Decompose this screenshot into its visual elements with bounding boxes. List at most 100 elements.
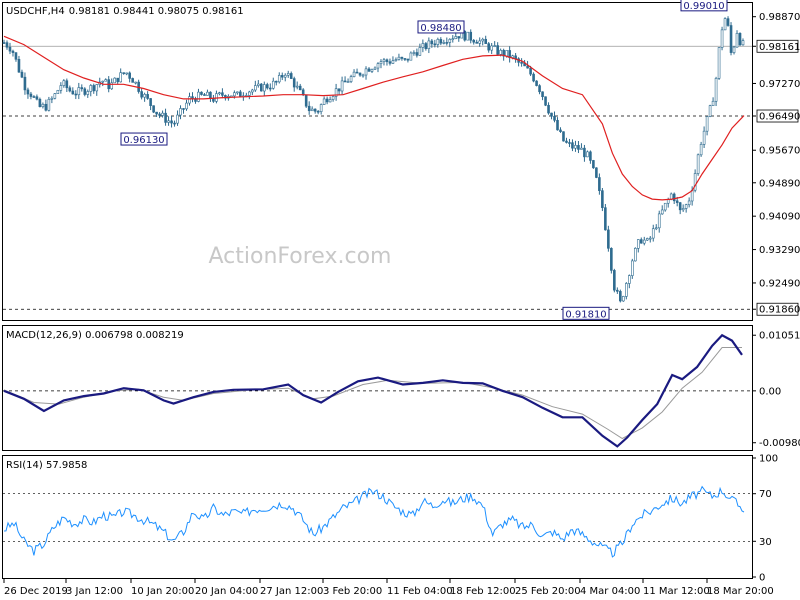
candle-body: [161, 112, 164, 116]
candle-body: [62, 80, 66, 86]
macd-y-tick-label: 0.010513: [759, 331, 800, 342]
candle-body: [149, 98, 152, 106]
candle-body: [68, 87, 72, 92]
candle-body: [104, 79, 108, 82]
candle-body: [604, 207, 607, 231]
candle-body: [379, 61, 383, 65]
candle-body: [427, 40, 431, 50]
candle-body: [29, 93, 33, 97]
candle-body: [499, 49, 502, 55]
candle-body: [125, 72, 128, 75]
candle-body: [514, 55, 517, 59]
candle-body: [636, 239, 640, 249]
candle-body: [212, 98, 215, 102]
candle-body: [595, 167, 598, 178]
candle-body: [146, 94, 149, 99]
candle-body: [732, 46, 736, 53]
candle-body: [454, 36, 458, 39]
candle-body: [295, 85, 299, 88]
candle-body: [648, 237, 652, 240]
candle-body: [568, 142, 571, 144]
candle-body: [167, 120, 170, 123]
candle-body: [376, 63, 380, 69]
x-tick-label: 3 Jan 12:00: [66, 586, 123, 597]
candle-body: [310, 108, 314, 112]
candle-body: [409, 52, 413, 61]
candle-body: [654, 227, 658, 230]
candle-body: [385, 59, 389, 62]
candle-body: [188, 96, 191, 104]
candle-body: [672, 193, 676, 202]
candle-body: [412, 52, 416, 54]
usdchf-chart: ActionForex.com 0.99010 0.98480 0.96130 0.9…: [2, 0, 800, 597]
candle-body: [131, 78, 134, 83]
candle-body: [478, 40, 482, 44]
candle-body: [140, 91, 143, 98]
candle-body: [607, 229, 610, 249]
candle-body: [475, 41, 479, 44]
price-panel: [2, 2, 753, 321]
candle-body: [5, 42, 9, 48]
rsi-header: RSI(14) 57.9858: [6, 460, 87, 471]
candle-body: [699, 144, 703, 156]
candle-body: [53, 93, 57, 99]
candle-body: [675, 200, 679, 203]
candle-body: [663, 202, 667, 211]
candle-body: [601, 190, 604, 208]
candle-body: [532, 73, 535, 82]
candle-body: [562, 131, 565, 142]
candle-body: [364, 68, 368, 76]
candle-body: [544, 96, 547, 106]
candle-body: [257, 83, 260, 86]
candle-body: [158, 113, 161, 116]
candle-body: [610, 248, 613, 271]
candle-body: [625, 283, 628, 297]
candle-body: [445, 42, 449, 44]
candle-body: [657, 213, 661, 229]
candle-body: [726, 18, 730, 26]
candle-body: [35, 96, 39, 100]
candle-body: [373, 67, 377, 70]
candle-body: [520, 62, 523, 64]
candle-body: [490, 45, 493, 51]
candle-body: [179, 108, 182, 116]
candle-body: [185, 102, 188, 110]
rsi-y-tick-label: 100: [759, 454, 778, 465]
candle-body: [415, 52, 419, 56]
candle-body: [251, 89, 254, 93]
candle-body: [397, 56, 401, 60]
candle-body: [690, 189, 694, 202]
candle-body: [678, 202, 682, 211]
candle-body: [277, 75, 281, 83]
candle-body: [77, 87, 81, 96]
candle-body: [23, 76, 27, 91]
candle-body: [203, 94, 206, 96]
candle-body: [236, 91, 239, 94]
candle-body: [170, 120, 173, 124]
candle-body: [436, 39, 440, 45]
candle-body: [50, 97, 54, 100]
candle-body: [122, 72, 125, 74]
candle-body: [152, 105, 155, 113]
candle-body: [481, 38, 485, 42]
candle-body: [687, 200, 691, 206]
candle-body: [38, 98, 42, 107]
candle-body: [74, 93, 78, 96]
candle-body: [95, 84, 99, 92]
candle-body: [221, 92, 224, 96]
candle-body: [361, 74, 365, 77]
annotation-label: 0.99010: [683, 1, 724, 12]
candle-body: [448, 39, 452, 43]
candle-body: [14, 52, 18, 60]
candle-body: [660, 209, 664, 215]
candle-body: [541, 91, 544, 98]
candle-body: [289, 73, 293, 79]
x-tick-label: 11 Feb 04:00: [387, 586, 453, 597]
x-tick-label: 18 Mar 20:00: [707, 586, 774, 597]
x-tick-label: 18 Feb 12:00: [450, 586, 516, 597]
rsi-y-tick-label: 70: [759, 489, 772, 500]
candle-body: [119, 72, 122, 83]
candle-body: [391, 60, 395, 64]
candle-body: [307, 105, 311, 112]
candle-body: [248, 91, 251, 96]
